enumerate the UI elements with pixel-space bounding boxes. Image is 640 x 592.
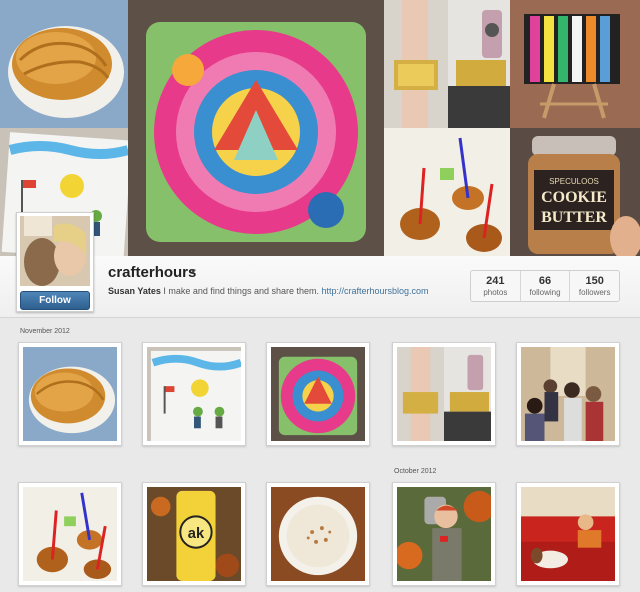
cover-croissant-photo[interactable]: [0, 0, 128, 128]
cover-quilted-pillow-photo[interactable]: [128, 0, 384, 256]
grid-photo-quilted-pillow[interactable]: [266, 342, 370, 446]
month-label-october: October 2012: [394, 468, 437, 475]
grid-photo-drawing[interactable]: [142, 342, 246, 446]
stat-following-label: following: [529, 288, 561, 297]
cover-caramel-apples-photo[interactable]: [384, 128, 510, 256]
stat-photos-count: 241: [486, 275, 505, 287]
cover-cuff-camera-photo[interactable]: [448, 0, 510, 128]
jar-label-line2: BUTTER: [541, 209, 607, 226]
follow-button[interactable]: Follow: [20, 291, 90, 310]
grid-photo-red-couch[interactable]: [516, 482, 620, 586]
cover-mosaic: SPECULOOS COOKIE BUTTER: [0, 0, 640, 256]
avatar-card: Follow: [16, 212, 94, 312]
profile-username[interactable]: crafterhours: [108, 264, 196, 281]
grid-photo-glitter-cuff[interactable]: [392, 342, 496, 446]
stat-photos[interactable]: 241 photos: [471, 271, 520, 301]
stat-photos-label: photos: [483, 288, 508, 297]
stat-followers-label: followers: [578, 288, 611, 297]
stat-following[interactable]: 66 following: [519, 271, 570, 301]
grid-photo-child-costume[interactable]: [392, 482, 496, 586]
grid-photo-croissant[interactable]: [18, 342, 122, 446]
profile-bio: Susan Yates I make and find things and s…: [108, 286, 429, 296]
jar-label-line1: COOKIE: [541, 189, 607, 206]
profile-website-link[interactable]: http://crafterhoursblog.com: [322, 286, 429, 296]
grid-photo-caramel-apples[interactable]: [18, 482, 122, 586]
profile-bio-text: I make and find things and share them.: [163, 286, 319, 296]
stat-followers[interactable]: 150 followers: [569, 271, 619, 301]
avatar[interactable]: [20, 216, 90, 286]
cup-logo-text: ak: [188, 526, 205, 542]
username-caret-icon[interactable]: ▾: [191, 266, 196, 277]
cover-cookie-butter-jar-photo[interactable]: SPECULOOS COOKIE BUTTER: [510, 128, 640, 256]
grid-photo-latte[interactable]: [266, 482, 370, 586]
grid-photo-yellow-cup[interactable]: ak: [142, 482, 246, 586]
stat-followers-count: 150: [585, 275, 604, 287]
grid-photo-hallway-crowd[interactable]: [516, 342, 620, 446]
jar-label-top: SPECULOOS: [549, 177, 599, 186]
cover-striped-canvas-photo[interactable]: [510, 0, 640, 128]
profile-stats: 241 photos 66 following 150 followers: [470, 270, 620, 302]
profile-full-name: Susan Yates: [108, 286, 161, 296]
stat-following-count: 66: [538, 275, 552, 287]
cover-glitter-cuff-photo[interactable]: [384, 0, 448, 128]
month-label-november: November 2012: [20, 328, 70, 335]
